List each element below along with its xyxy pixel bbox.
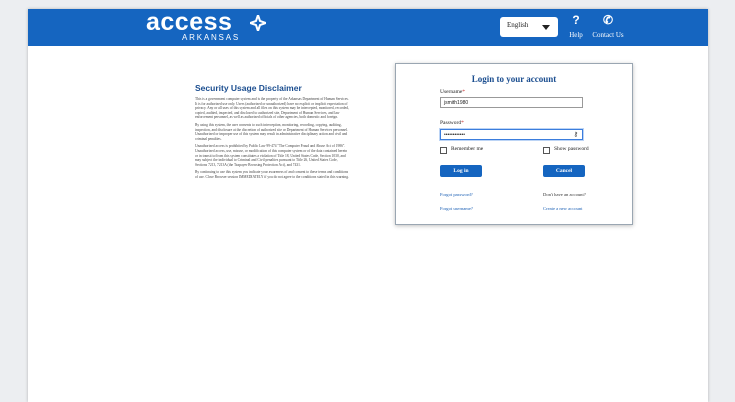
access-arkansas-logo[interactable]: access ARKANSAS bbox=[146, 8, 276, 43]
help-button[interactable]: ? Help bbox=[566, 12, 586, 39]
password-reveal-icon[interactable]: ⚷ bbox=[574, 131, 578, 138]
question-icon: ? bbox=[572, 13, 580, 27]
username-value: jsmith1980 bbox=[444, 100, 469, 106]
cancel-button[interactable]: Cancel bbox=[543, 165, 585, 177]
login-title: Login to your account bbox=[471, 74, 557, 84]
help-label: Help bbox=[569, 31, 583, 39]
username-input[interactable]: jsmith1980 bbox=[440, 97, 583, 108]
login-button[interactable]: Log in bbox=[440, 165, 482, 177]
password-label: Password* bbox=[440, 120, 464, 126]
create-account-link[interactable]: Create a new account bbox=[543, 206, 582, 211]
remember-me-checkbox[interactable] bbox=[440, 147, 447, 154]
password-value: •••••••••••• bbox=[444, 132, 466, 138]
no-account-text: Don't have an account? bbox=[543, 192, 586, 197]
contact-us-button[interactable]: ✆ Contact Us bbox=[592, 12, 624, 39]
page: access ARKANSAS English ? Help ✆ Contact… bbox=[28, 8, 708, 402]
remember-me-label: Remember me bbox=[451, 146, 484, 152]
forgot-password-link[interactable]: Forgot password? bbox=[440, 192, 473, 197]
top-header-bar: access ARKANSAS English ? Help ✆ Contact… bbox=[28, 8, 708, 46]
login-card: Login to your account Username* jsmith19… bbox=[395, 63, 633, 225]
logo-sparkle-icon bbox=[250, 15, 266, 31]
language-select-value: English bbox=[507, 21, 529, 29]
phone-icon: ✆ bbox=[602, 13, 614, 27]
disclaimer-paragraph: By using this system, the user consents … bbox=[195, 122, 348, 141]
disclaimer-paragraph: By continuing to use this system you ind… bbox=[195, 170, 349, 179]
disclaimer-paragraph: Unauthorized access is prohibited by Pub… bbox=[195, 144, 348, 167]
chevron-down-icon bbox=[542, 25, 550, 30]
language-select[interactable]: English bbox=[500, 17, 558, 37]
show-password-label: Show password bbox=[554, 146, 589, 152]
disclaimer-title: Security Usage Disclaimer bbox=[195, 83, 302, 93]
password-input[interactable]: •••••••••••• ⚷ bbox=[440, 129, 583, 140]
username-label: Username* bbox=[440, 89, 466, 95]
disclaimer-paragraph: This is a government computer system and… bbox=[195, 97, 349, 120]
show-password-checkbox[interactable] bbox=[543, 147, 550, 154]
logo-subtitle: ARKANSAS bbox=[182, 33, 240, 42]
forgot-username-link[interactable]: Forgot username? bbox=[440, 206, 473, 211]
security-disclaimer: Security Usage Disclaimer This is a gove… bbox=[195, 83, 350, 183]
contact-us-label: Contact Us bbox=[592, 31, 624, 39]
